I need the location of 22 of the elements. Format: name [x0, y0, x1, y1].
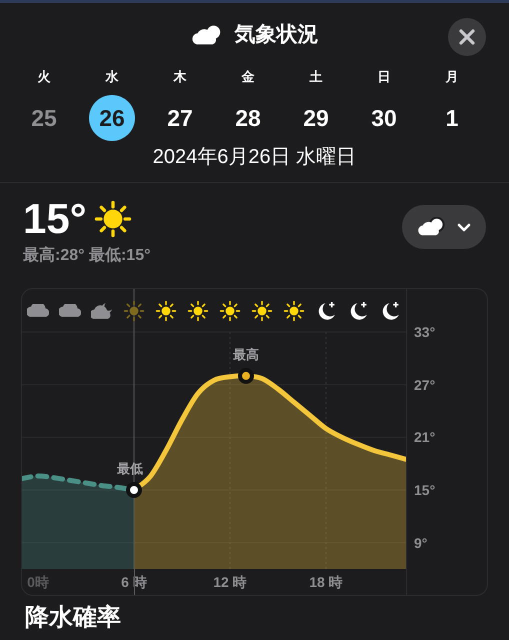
x-axis-label: 12 時: [213, 574, 247, 590]
weekday-label: 水: [106, 68, 118, 86]
current-temperature: 15°: [23, 195, 87, 243]
selected-date: 2024年6月26日 水曜日: [152, 145, 358, 170]
y-axis-label: 9°: [414, 534, 428, 551]
weekday-label: 金: [242, 68, 254, 86]
y-axis-label: 33°: [414, 324, 436, 340]
y-axis-label: 27°: [414, 376, 436, 393]
section-title: 降水確率: [24, 604, 122, 632]
x-axis-label: 18 時: [309, 574, 343, 590]
weekday-label: 木: [174, 68, 186, 86]
high-low-temperature: 最高:28° 最低:15°: [23, 245, 150, 266]
y-axis-label: 15°: [414, 482, 436, 498]
y-axis-label: 21°: [414, 429, 436, 446]
weekday-label: 火: [38, 68, 50, 86]
weekday-label: 土: [310, 68, 322, 86]
x-axis-label: 0時: [27, 574, 49, 590]
weekday-label: 日: [378, 68, 390, 86]
weekday-label: 月: [446, 68, 458, 86]
extreme-label: 最低: [117, 461, 143, 476]
window-title: 気象状況: [234, 22, 318, 48]
extreme-label: 最高: [233, 346, 259, 362]
